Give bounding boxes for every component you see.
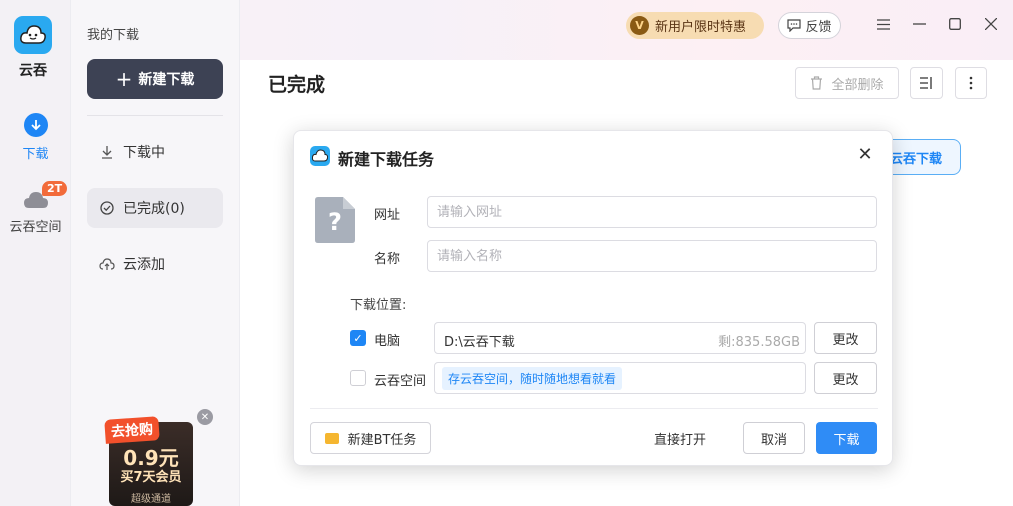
promo-footer: 超级通道 [131,494,171,505]
dialog-title: 新建下载任务 [338,150,435,169]
left-rail: 云吞 下载 云吞空间 [0,0,71,506]
pc-path-value: D:\云吞下载 [444,335,515,350]
trash-icon [811,76,823,90]
maximize-icon[interactable] [945,14,965,34]
download-location-title: 下载位置: [350,298,407,313]
rail-item-cloud[interactable]: 云吞空间 [0,190,71,235]
cloud-checkbox[interactable] [350,370,366,386]
cloud-upload-icon [99,256,115,272]
list-view-icon[interactable] [910,67,943,99]
page-title: 已完成 [268,74,326,96]
download-arrow-icon [99,144,115,160]
name-label: 名称 [374,252,401,267]
delete-all-label: 全部删除 [831,77,884,93]
more-options-icon[interactable] [955,67,987,99]
bt-folder-icon [324,432,339,444]
url-input[interactable] [427,196,877,228]
cloud-storage-badge: 2T [42,181,68,196]
new-download-dialog: 新建下载任务 ✕ ? 网址 名称 下载位置: ✓ 电脑 D:\云吞下载 剩:83… [293,130,893,466]
name-input[interactable] [427,240,877,272]
promo-tag: 去抢购 [104,416,160,444]
sidebar-item-label: 下载中 [123,145,165,161]
download-button[interactable]: 下载 [816,422,877,454]
sidebar-item-cloud-add[interactable]: 云添加 [87,244,223,284]
new-download-label: 新建下载 [138,72,195,88]
sidebar-item-label: 云添加 [123,257,165,273]
sidebar-item-downloading[interactable]: 下载中 [87,132,223,172]
minimize-icon[interactable] [909,14,929,34]
sidebar-title: 我的下载 [87,28,140,43]
cancel-button[interactable]: 取消 [743,422,805,454]
sidebar-item-label: 已完成(0) [123,201,185,217]
new-bt-task-label: 新建BT任务 [347,432,417,448]
pc-checkbox[interactable]: ✓ [350,330,366,346]
cloud-label: 云吞空间 [374,374,427,389]
rail-download-label: 下载 [22,147,49,162]
pc-label: 电脑 [374,334,401,349]
sidebar-item-completed[interactable]: 已完成(0) [87,188,223,228]
open-directly-button[interactable]: 直接打开 [654,429,706,448]
rail-item-download[interactable]: 下载 [0,113,71,162]
app-name: 云吞 [19,63,47,79]
plus-icon: + [115,67,133,91]
promo-close-icon[interactable]: ✕ [197,409,213,425]
delete-all-button[interactable]: 全部删除 [795,67,899,99]
close-window-icon[interactable] [981,14,1001,34]
vip-offer-label: 新用户限时特惠 [655,20,747,35]
new-download-button[interactable]: + 新建下载 [87,59,223,99]
unknown-file-icon: ? [315,197,355,243]
sidebar-divider [87,115,223,116]
promo-description: 买7天会员 [120,470,182,485]
vip-icon: V [630,16,649,35]
feedback-icon [787,19,802,32]
rail-cloud-label: 云吞空间 [9,220,62,235]
change-pc-path-button[interactable]: 更改 [814,322,877,354]
svg-text:?: ? [328,208,342,236]
pc-path-field[interactable]: D:\云吞下载 剩:835.58GB [434,322,806,354]
menu-icon[interactable] [873,14,893,34]
change-cloud-path-button[interactable]: 更改 [814,362,877,394]
download-icon [23,113,48,137]
feedback-button[interactable]: 反馈 [778,12,841,39]
cloud-hint-text: 存云吞空间，随时随地想看就看 [442,367,623,390]
app-logo-icon [14,16,52,54]
vip-promo-banner[interactable]: 去抢购 0.9元 买7天会员 超级通道 [104,416,197,506]
cloud-path-field[interactable]: 存云吞空间，随时随地想看就看 [434,362,806,394]
vip-offer-button[interactable]: V 新用户限时特惠 [626,12,764,39]
free-space-text: 剩:835.58GB [718,335,800,350]
dialog-logo-icon [310,146,330,166]
url-label: 网址 [374,208,401,223]
background-download-button: 云吞下载 [886,139,961,175]
dialog-divider [310,408,878,409]
feedback-label: 反馈 [805,20,832,35]
check-circle-icon [99,200,115,216]
dialog-close-icon[interactable]: ✕ [854,143,876,165]
new-bt-task-button[interactable]: 新建BT任务 [310,422,431,454]
